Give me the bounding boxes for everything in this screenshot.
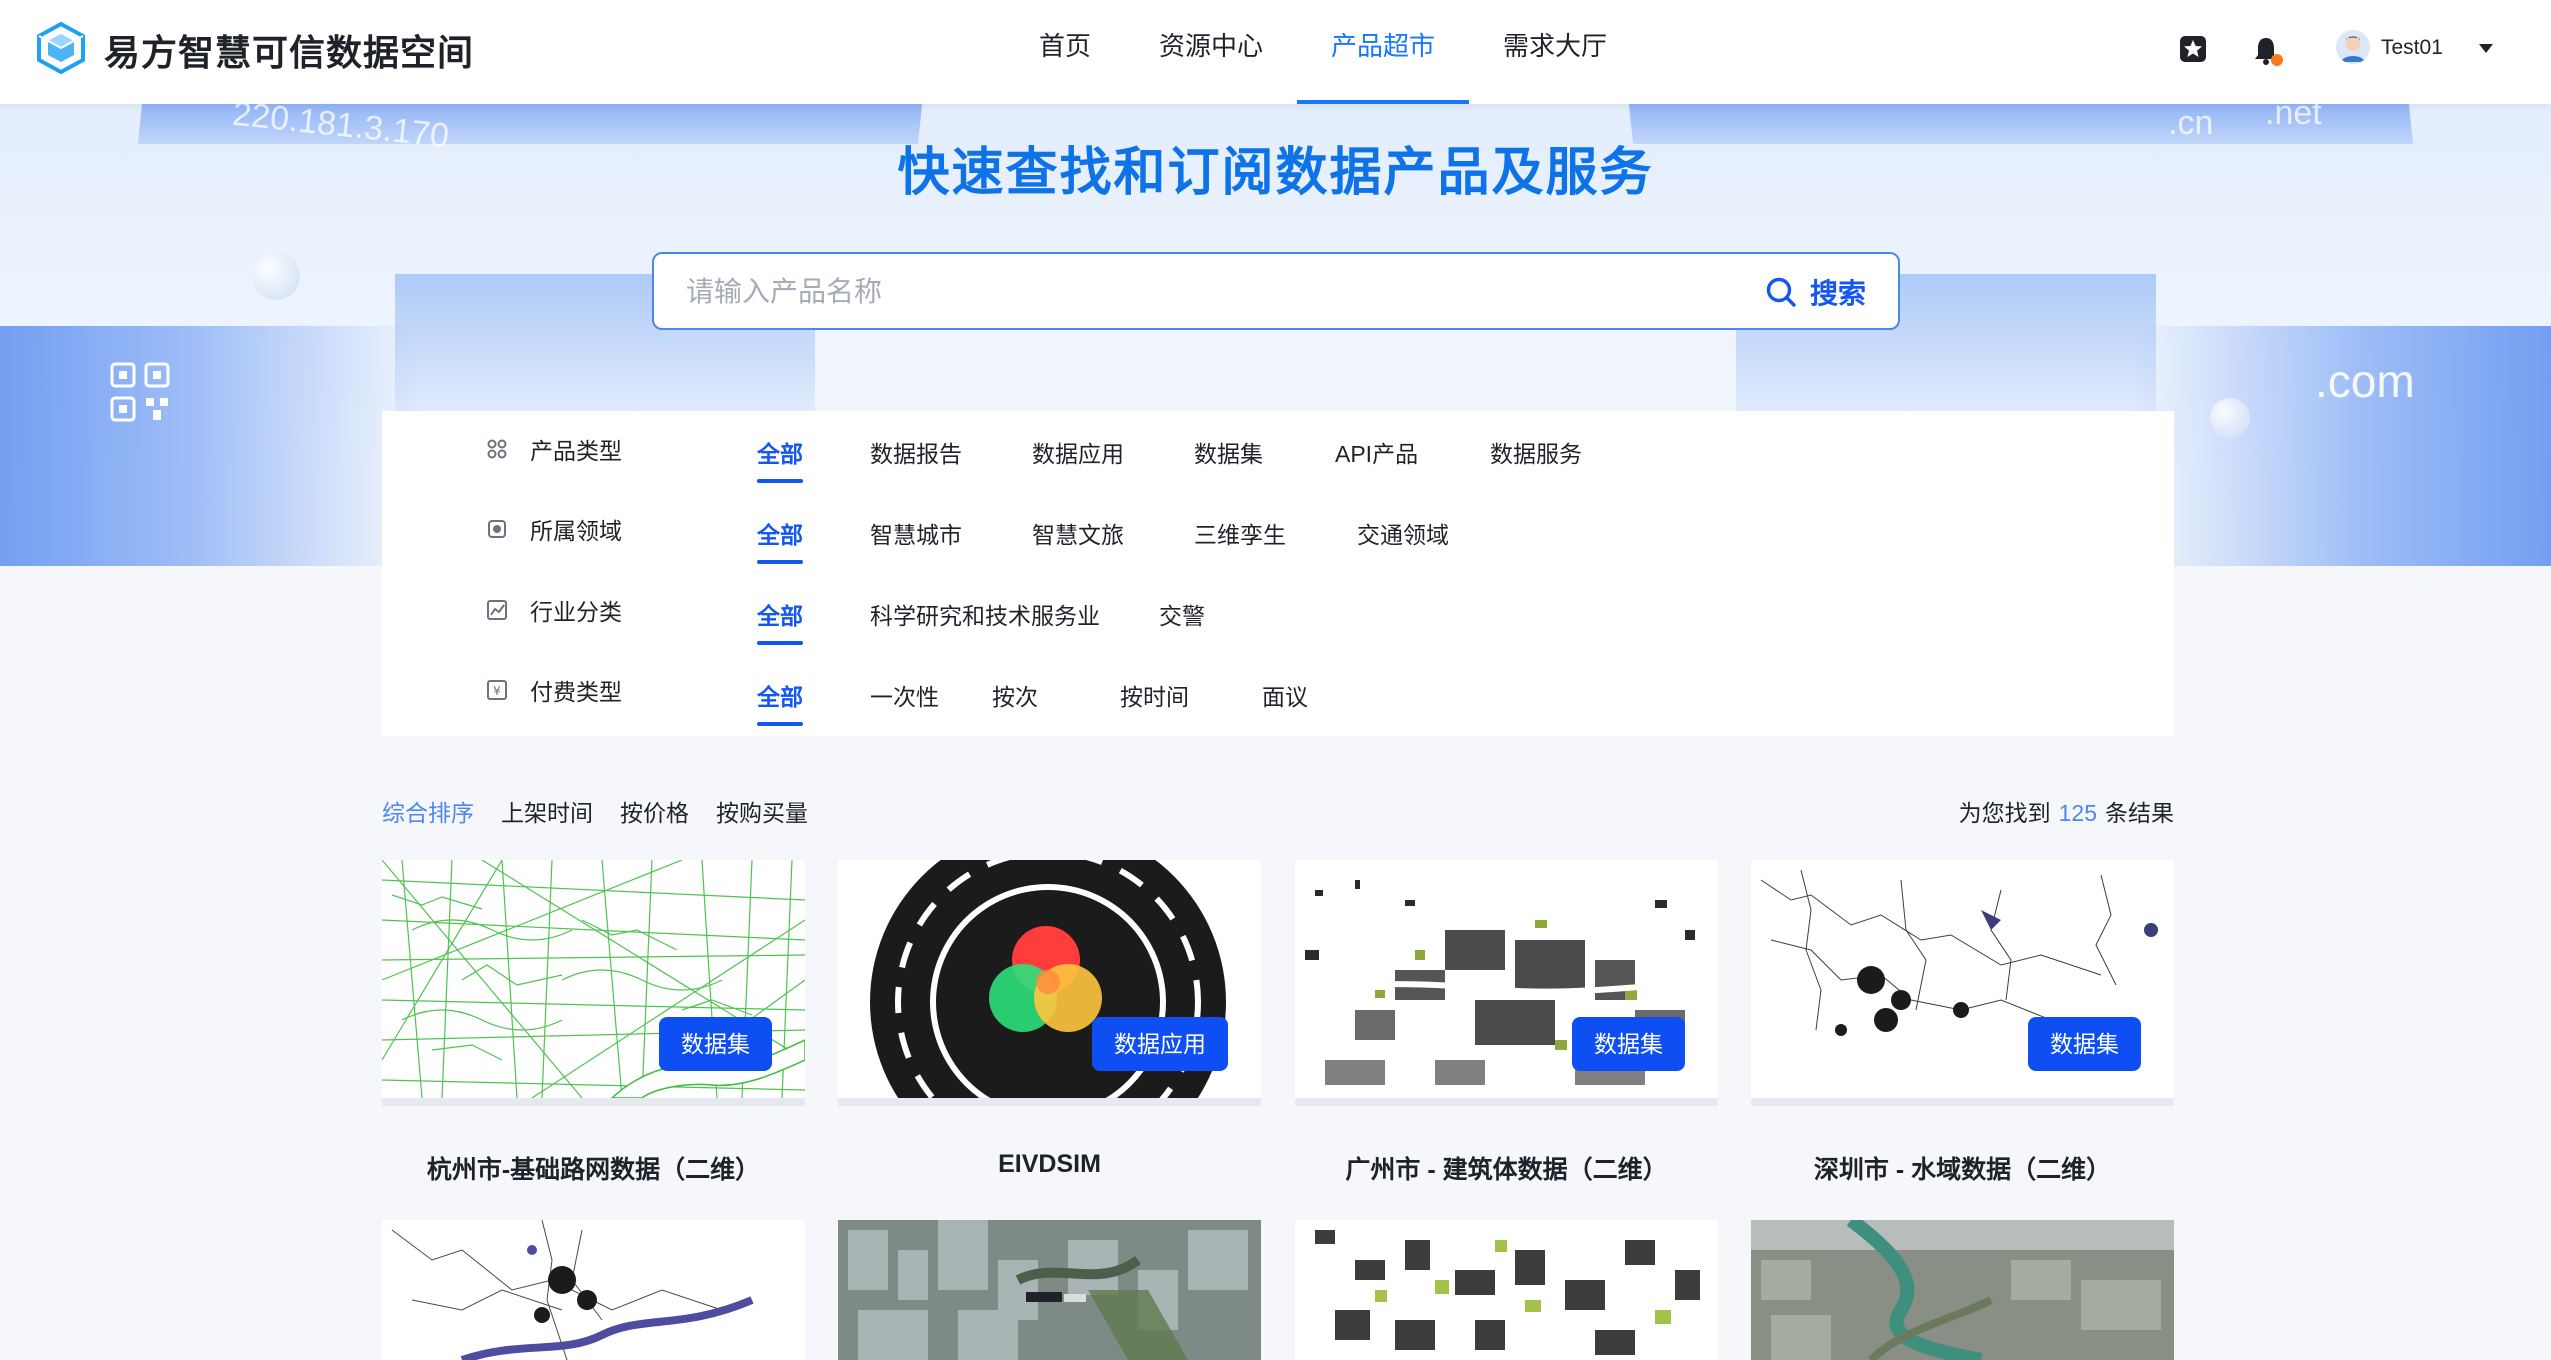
search-button-label: 搜索	[1809, 278, 1866, 309]
logo-icon[interactable]	[36, 22, 86, 74]
nav-resource-center[interactable]: 资源中心	[1125, 0, 1297, 104]
product-card[interactable]	[838, 1220, 1261, 1360]
filter-option[interactable]: 数据集	[1194, 435, 1263, 469]
filter-option[interactable]: 交警	[1159, 597, 1205, 631]
result-count-text: 为您找到 125 条结果	[1958, 800, 2174, 826]
filter-option[interactable]: API产品	[1335, 435, 1418, 469]
search-button[interactable]: 搜索	[1764, 272, 1866, 312]
svg-text:¥: ¥	[493, 684, 501, 698]
filter-option[interactable]: 智慧城市	[870, 516, 962, 550]
grid-icon	[487, 439, 507, 459]
yen-icon: ¥	[487, 680, 507, 700]
sort-bar: 综合排序 上架时间 按价格 按购买量	[382, 794, 835, 826]
card-shadow	[1751, 1098, 2174, 1106]
filter-options: 全部 数据报告 数据应用 数据集 API产品 数据服务 全部 智慧城市 智慧文旅…	[687, 411, 2174, 736]
product-type-badge: 数据应用	[1092, 1017, 1228, 1071]
main-nav: 首页 资源中心 产品超市 需求大厅	[1005, 0, 1641, 104]
filter-labels: 产品类型 所属领域 行业分类 ¥ 付费类型	[382, 411, 687, 736]
hero-decor-net-text: .net	[2265, 104, 2322, 132]
sort-option[interactable]: 上架时间	[501, 794, 593, 826]
product-thumbnail	[1295, 1220, 1718, 1360]
product-title: 杭州市-基础路网数据（二维）	[426, 1156, 761, 1184]
qr-code-icon	[110, 362, 170, 422]
notification-dot	[2271, 54, 2283, 66]
product-title: EIVDSIM	[998, 1150, 1101, 1178]
nav-home[interactable]: 首页	[1005, 0, 1125, 104]
search-input[interactable]	[654, 254, 1748, 330]
filter-option[interactable]: 按次	[992, 678, 1038, 712]
domain-icon	[488, 520, 506, 538]
product-card[interactable]	[1295, 1220, 1718, 1360]
user-avatar[interactable]	[2336, 30, 2370, 64]
card-shadow	[1295, 1098, 1718, 1106]
filter-option[interactable]: 交通领域	[1357, 516, 1449, 550]
filter-label-payment: ¥ 付费类型	[486, 675, 622, 705]
product-type-badge: 数据集	[2028, 1017, 2141, 1071]
filter-option[interactable]: 全部	[757, 516, 803, 564]
product-type-badge: 数据集	[1572, 1017, 1685, 1071]
filter-option[interactable]: 三维孪生	[1194, 516, 1286, 550]
filter-option[interactable]: 数据应用	[1032, 435, 1124, 469]
filter-option[interactable]: 按时间	[1120, 678, 1189, 712]
username[interactable]: Test01	[2381, 36, 2443, 60]
filter-option[interactable]: 数据报告	[870, 435, 962, 469]
result-count: 125	[2058, 800, 2097, 826]
filter-option[interactable]: 全部	[757, 597, 803, 645]
product-type-badge: 数据集	[659, 1017, 772, 1071]
filter-option[interactable]: 数据服务	[1490, 435, 1582, 469]
search-icon	[1766, 277, 1796, 307]
product-thumbnail	[838, 1220, 1261, 1360]
filter-option[interactable]: 一次性	[870, 678, 939, 712]
favorites-icon[interactable]	[2178, 34, 2208, 64]
filter-option[interactable]: 智慧文旅	[1032, 516, 1124, 550]
product-card[interactable]	[1751, 1220, 2174, 1360]
filter-panel: 产品类型 所属领域 行业分类 ¥ 付费类型 全部 数据报告 数据应用 数据集 A…	[382, 411, 2174, 736]
hero-decor-com-text: .com	[2315, 355, 2415, 407]
card-shadow	[382, 1098, 805, 1106]
sort-option[interactable]: 按购买量	[716, 794, 808, 826]
filter-option[interactable]: 面议	[1262, 678, 1308, 712]
nav-demand-hall[interactable]: 需求大厅	[1469, 0, 1641, 104]
hero-title: 快速查找和订阅数据产品及服务	[897, 144, 1654, 202]
search-box: 搜索	[652, 252, 1900, 330]
filter-label-domain: 所属领域	[486, 514, 622, 544]
product-thumbnail	[1751, 1220, 2174, 1360]
product-thumbnail	[382, 1220, 805, 1360]
filter-option[interactable]: 科学研究和技术服务业	[870, 597, 1100, 631]
product-title: 深圳市 - 水域数据（二维）	[1813, 1156, 2112, 1184]
chevron-down-icon[interactable]	[2479, 44, 2493, 53]
brand-name: 易方智慧可信数据空间	[104, 32, 475, 73]
hero-decor-ball	[252, 252, 300, 300]
filter-option[interactable]: 全部	[757, 678, 803, 726]
notification-bell-icon[interactable]	[2252, 34, 2284, 68]
top-navbar: 易方智慧可信数据空间 首页 资源中心 产品超市 需求大厅 Test01	[0, 0, 2551, 104]
hero-decor-band	[0, 326, 420, 566]
card-shadow	[838, 1098, 1261, 1106]
nav-product-market[interactable]: 产品超市	[1297, 0, 1470, 104]
filter-option[interactable]: 全部	[757, 435, 803, 483]
filter-label-product-type: 产品类型	[486, 434, 622, 464]
product-title: 广州市 - 建筑体数据（二维）	[1345, 1156, 1668, 1184]
filter-label-industry: 行业分类	[486, 595, 622, 625]
sort-option[interactable]: 按价格	[620, 794, 689, 826]
hero-decor-ball	[2210, 398, 2250, 438]
sort-option[interactable]: 综合排序	[382, 794, 474, 826]
product-card[interactable]	[382, 1220, 805, 1360]
chart-icon	[487, 600, 507, 620]
